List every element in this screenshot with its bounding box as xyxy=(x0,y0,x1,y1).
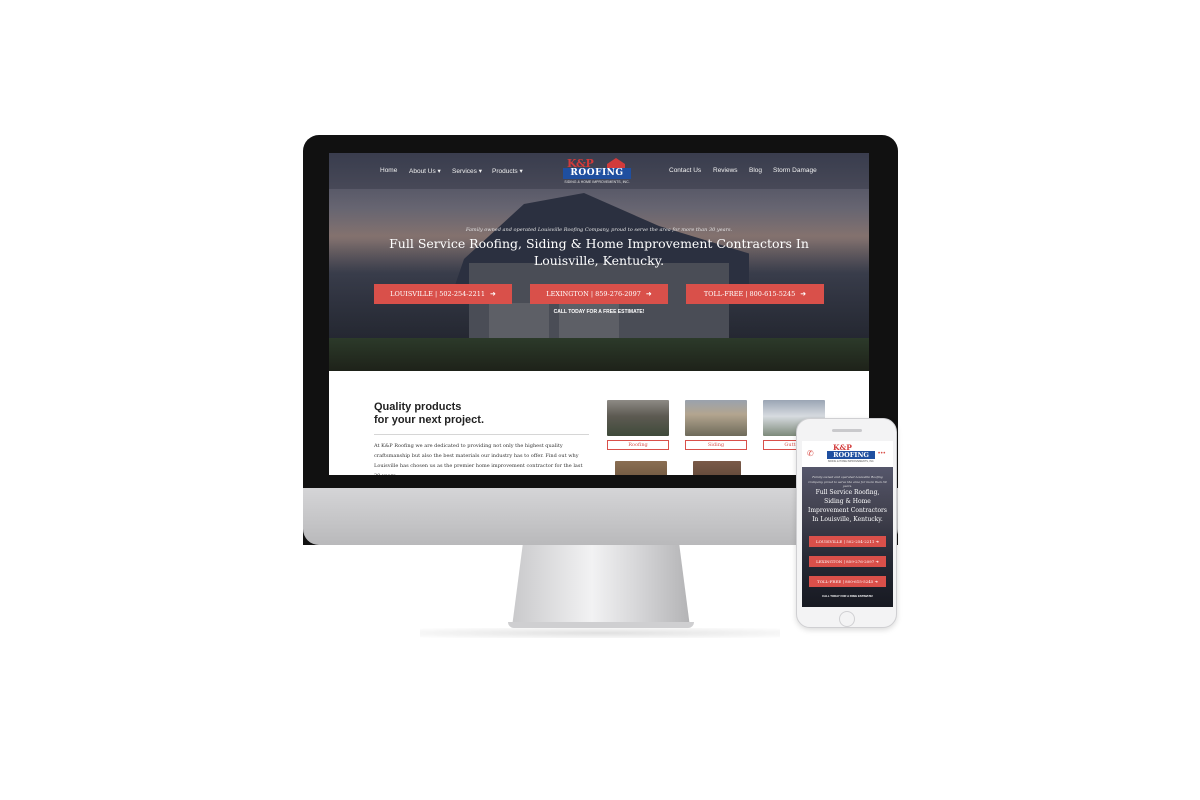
mobile-cta-toll-free-button[interactable]: TOLL-FREE | 800-615-5245 ➜ xyxy=(809,576,886,587)
product-image xyxy=(607,400,669,436)
main-nav: Home About Us ▾ Services ▾ Products ▾ K&… xyxy=(329,153,869,189)
mobile-tagline: Family owned and operated Louisville Roo… xyxy=(808,475,887,488)
section-heading-line: Quality products xyxy=(374,401,462,413)
hero-lawn xyxy=(329,338,869,371)
cta-toll-free-button[interactable]: TOLL-FREE | 800-615-5245 ➜ xyxy=(686,284,824,304)
phone-home-button xyxy=(839,611,855,627)
arrow-right-icon: ➜ xyxy=(873,579,878,584)
cta-louisville-button[interactable]: LOUISVILLE | 502-254-2211 ➜ xyxy=(374,284,512,304)
arrow-right-icon: ➜ xyxy=(645,290,652,298)
stand-shadow xyxy=(420,628,780,638)
cta-label: LEXINGTON | 859-276-2097 xyxy=(816,559,875,564)
logo-subtitle: SIDING & HOME IMPROVEMENTS, INC. xyxy=(564,180,630,184)
arrow-right-icon: ➜ xyxy=(874,559,879,564)
quality-products-section: Quality products for your next project. … xyxy=(329,371,869,475)
nav-reviews[interactable]: Reviews xyxy=(713,167,738,174)
mobile-cta-louisville-button[interactable]: LOUISVILLE | 502-254-2211 ➜ xyxy=(809,536,886,547)
product-image xyxy=(693,461,741,475)
hero-headline: Full Service Roofing, Siding & Home Impr… xyxy=(389,236,809,268)
nav-products[interactable]: Products ▾ xyxy=(492,167,523,175)
arrow-right-icon: ➜ xyxy=(874,539,879,544)
mobile-header: ✆ K&P ROOFING SIDING & HOME IMPROVEMENTS… xyxy=(802,441,893,467)
product-label: Roofing xyxy=(607,440,669,450)
nav-about-us[interactable]: About Us ▾ xyxy=(409,167,441,175)
product-image xyxy=(615,461,667,475)
arrow-right-icon: ➜ xyxy=(489,290,496,298)
cta-label: TOLL-FREE | 800-615-5245 xyxy=(817,579,874,584)
section-heading: Quality products for your next project. xyxy=(374,401,484,427)
desktop-screen: Home About Us ▾ Services ▾ Products ▾ K&… xyxy=(329,153,869,475)
nav-storm-damage[interactable]: Storm Damage xyxy=(773,167,817,174)
mobile-hero: Family owned and operated Louisville Roo… xyxy=(802,467,893,607)
mobile-phone: ✆ K&P ROOFING SIDING & HOME IMPROVEMENTS… xyxy=(796,418,897,628)
mobile-logo[interactable]: K&P ROOFING SIDING & HOME IMPROVEMENTS, … xyxy=(825,443,877,465)
phone-icon[interactable]: ✆ xyxy=(807,449,814,458)
logo-name: ROOFING xyxy=(827,451,875,459)
logo-name: ROOFING xyxy=(563,168,631,179)
phone-speaker xyxy=(832,429,862,432)
section-heading-line: for your next project. xyxy=(374,414,485,426)
mobile-call-today-text: CALL TODAY FOR A FREE ESTIMATE! xyxy=(822,594,873,598)
section-body-text: At K&P Roofing we are dedicated to provi… xyxy=(374,443,583,475)
cta-label: LEXINGTON | 859-276-2097 xyxy=(546,290,641,298)
product-card[interactable] xyxy=(615,461,677,475)
divider xyxy=(374,434,589,435)
nav-contact-us[interactable]: Contact Us xyxy=(669,167,701,174)
cta-label: TOLL-FREE | 800-615-5245 xyxy=(703,290,796,298)
mobile-screen: ✆ K&P ROOFING SIDING & HOME IMPROVEMENTS… xyxy=(802,441,893,607)
product-image xyxy=(685,400,747,436)
nav-home[interactable]: Home xyxy=(380,167,397,174)
call-today-text: CALL TODAY FOR A FREE ESTIMATE! xyxy=(553,309,645,315)
cta-label: LOUISVILLE | 502-254-2211 xyxy=(816,539,875,544)
cta-lexington-button[interactable]: LEXINGTON | 859-276-2097 ➜ xyxy=(530,284,668,304)
hero-tagline: Family owned and operated Louisville Roo… xyxy=(465,227,733,233)
cta-label: LOUISVILLE | 502-254-2211 xyxy=(390,290,485,298)
hero-section: Home About Us ▾ Services ▾ Products ▾ K&… xyxy=(329,153,869,371)
product-card[interactable] xyxy=(693,461,755,475)
arrow-right-icon: ➜ xyxy=(800,290,807,298)
product-card-roofing[interactable]: Roofing xyxy=(607,400,669,450)
mobile-headline: Full Service Roofing, Siding & Home Impr… xyxy=(808,489,887,523)
nav-services[interactable]: Services ▾ xyxy=(452,167,482,175)
product-label: Siding xyxy=(685,440,747,450)
nav-blog[interactable]: Blog xyxy=(749,167,762,174)
product-card-siding[interactable]: Siding xyxy=(685,400,747,450)
menu-dots-icon[interactable]: ••• xyxy=(878,451,886,457)
monitor-stand xyxy=(512,545,690,627)
logo-subtitle: SIDING & HOME IMPROVEMENTS, INC. xyxy=(827,460,875,463)
monitor-stand-base xyxy=(508,622,694,628)
logo-house-icon xyxy=(607,158,625,168)
mobile-cta-lexington-button[interactable]: LEXINGTON | 859-276-2097 ➜ xyxy=(809,556,886,567)
site-logo[interactable]: K&P ROOFING SIDING & HOME IMPROVEMENTS, … xyxy=(561,157,633,185)
